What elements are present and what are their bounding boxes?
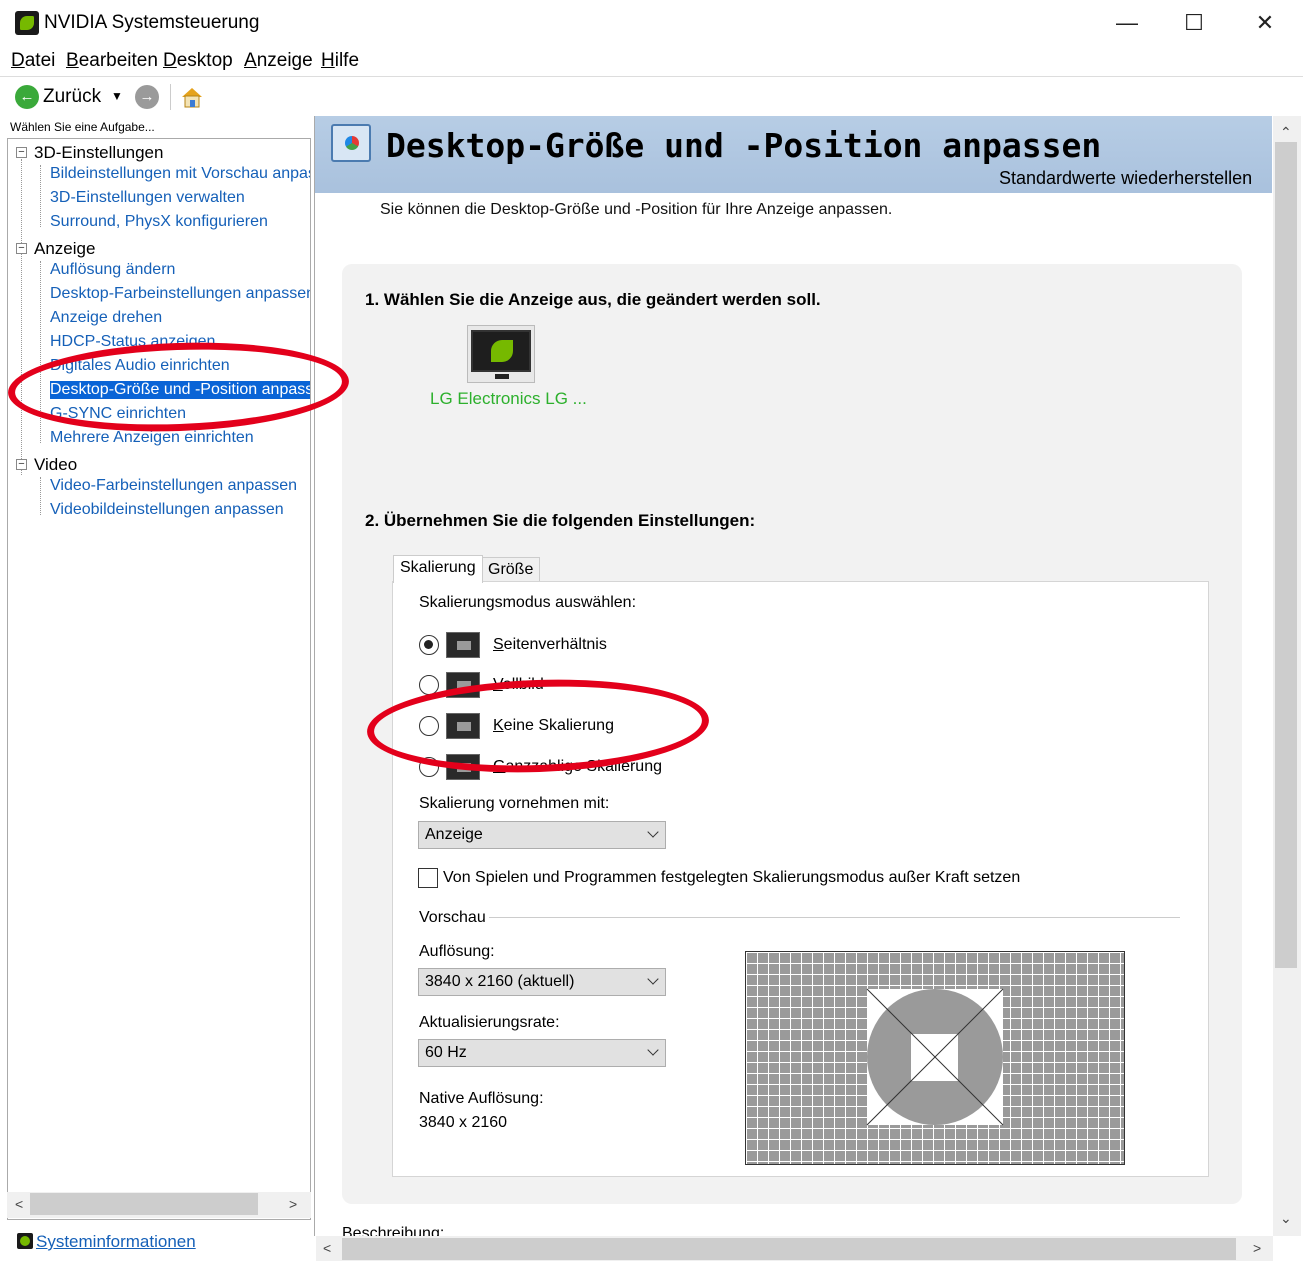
perform-scaling-value: Anzeige: [425, 826, 483, 843]
menu-datei[interactable]: Datei: [11, 50, 55, 72]
display-name[interactable]: LG Electronics LG ...: [430, 389, 587, 409]
perform-scaling-label: Skalierung vornehmen mit:: [419, 795, 610, 812]
preview-divider: [489, 917, 1180, 918]
collapse-3d-icon[interactable]: −: [16, 147, 27, 158]
resolution-value: 3840 x 2160 (aktuell): [425, 973, 575, 990]
tree-item-anzeige-drehen[interactable]: Anzeige drehen: [50, 309, 162, 327]
override-label[interactable]: Von Spielen und Programmen festgelegten …: [443, 869, 1020, 887]
tree-item-videobild[interactable]: Videobildeinstellungen anpassen: [50, 501, 284, 519]
history-dropdown-icon[interactable]: ▼: [111, 89, 123, 103]
resolution-label: Auflösung:: [419, 943, 495, 960]
window-title: NVIDIA Systemsteuerung: [44, 12, 260, 33]
tab-skalierung-overlay[interactable]: Skalierung: [393, 555, 483, 583]
tree-item-mehrere-anzeigen[interactable]: Mehrere Anzeigen einrichten: [50, 429, 254, 447]
resolution-select[interactable]: 3840 x 2160 (aktuell): [418, 968, 666, 996]
menu-desktop[interactable]: Desktop: [163, 50, 233, 72]
scaling-mode-label: Skalierungsmodus auswählen:: [419, 594, 637, 611]
tree-category-video[interactable]: Video: [34, 455, 77, 475]
tab-groesse[interactable]: Größe: [481, 557, 541, 583]
native-resolution-value: 3840 x 2160: [419, 1114, 508, 1131]
collapse-video-icon[interactable]: −: [16, 459, 27, 470]
chevron-down-icon: [647, 826, 659, 838]
native-resolution-label: Native Auflösung:: [419, 1090, 544, 1107]
sysinfo-link[interactable]: Systeminformationen: [36, 1232, 196, 1252]
chevron-down-icon: [647, 1044, 659, 1056]
override-checkbox[interactable]: [418, 868, 438, 888]
description-label: Beschreibung:: [342, 1225, 445, 1236]
back-arrow-icon[interactable]: ←: [15, 85, 39, 109]
tree-item-bildeinstellungen[interactable]: Bildeinstellungen mit Vorschau anpas: [50, 165, 310, 183]
back-button-label[interactable]: Zurück: [43, 86, 101, 108]
step2-heading: 2. Übernehmen Sie die folgenden Einstell…: [365, 511, 756, 530]
content-hscroll-thumb[interactable]: [342, 1238, 1236, 1260]
refresh-select[interactable]: 60 Hz: [418, 1039, 666, 1067]
page-description: Sie können die Desktop-Größe und -Positi…: [380, 201, 893, 218]
close-button[interactable]: ✕: [1242, 8, 1288, 38]
tree-category-3d[interactable]: 3D-Einstellungen: [34, 143, 163, 163]
step1-heading: 1. Wählen Sie die Anzeige aus, die geänd…: [365, 290, 821, 309]
content-scroll-left-icon[interactable]: <: [323, 1240, 331, 1256]
forward-arrow-icon[interactable]: →: [135, 85, 159, 109]
toolbar-separator: [170, 84, 171, 110]
option-seitenverhaeltnis[interactable]: Seitenverhältnis: [493, 636, 607, 654]
chevron-down-icon: [647, 973, 659, 985]
collapse-anzeige-icon[interactable]: −: [16, 243, 27, 254]
tree-item-video-farbe[interactable]: Video-Farbeinstellungen anpassen: [50, 477, 297, 495]
scroll-up-icon[interactable]: ⌃: [1280, 124, 1292, 141]
menu-hilfe[interactable]: Hilfe: [321, 50, 359, 72]
minimize-button[interactable]: —: [1104, 8, 1150, 38]
tree-item-farbeinstellungen[interactable]: Desktop-Farbeinstellungen anpassen: [50, 285, 310, 303]
sidebar-hscroll-thumb[interactable]: [30, 1193, 258, 1215]
restore-defaults-link[interactable]: Standardwerte wiederherstellen: [999, 168, 1252, 189]
scroll-down-icon[interactable]: ⌄: [1280, 1210, 1292, 1227]
page-title: Desktop-Größe und -Position anpassen: [386, 126, 1102, 165]
menu-anzeige[interactable]: Anzeige: [244, 50, 313, 72]
task-tree: − 3D-Einstellungen Bildeinstellungen mit…: [7, 138, 311, 1220]
sysinfo-icon: [17, 1233, 33, 1249]
scaling-preview: [745, 951, 1125, 1165]
aspect-ratio-icon: [446, 632, 480, 658]
sidebar-scroll-left-icon[interactable]: <: [15, 1196, 23, 1212]
radio-seitenverhaeltnis[interactable]: [419, 635, 439, 655]
perform-scaling-select[interactable]: Anzeige: [418, 821, 666, 849]
nvidia-logo-icon: [15, 11, 39, 35]
monitor-icon[interactable]: [471, 330, 531, 372]
content-scroll-right-icon[interactable]: >: [1253, 1240, 1261, 1256]
display-settings-icon: [331, 124, 371, 162]
sidebar-scroll-right-icon[interactable]: >: [289, 1196, 297, 1212]
task-hint: Wählen Sie eine Aufgabe...: [10, 120, 155, 134]
preview-heading: Vorschau: [419, 909, 486, 926]
refresh-value: 60 Hz: [425, 1044, 467, 1061]
menu-bearbeiten[interactable]: Bearbeiten: [66, 50, 158, 72]
monitor-stand: [495, 374, 509, 379]
test-pattern-icon: [866, 988, 1004, 1126]
home-icon[interactable]: [179, 84, 205, 110]
tree-category-anzeige[interactable]: Anzeige: [34, 239, 95, 259]
refresh-label: Aktualisierungsrate:: [419, 1014, 560, 1031]
tree-item-3d-verwalten[interactable]: 3D-Einstellungen verwalten: [50, 189, 245, 207]
tree-item-aufloesung[interactable]: Auflösung ändern: [50, 261, 175, 279]
tree-item-surround[interactable]: Surround, PhysX konfigurieren: [50, 213, 268, 231]
content-vscroll-thumb[interactable]: [1275, 142, 1297, 968]
maximize-button[interactable]: ☐: [1171, 8, 1217, 38]
